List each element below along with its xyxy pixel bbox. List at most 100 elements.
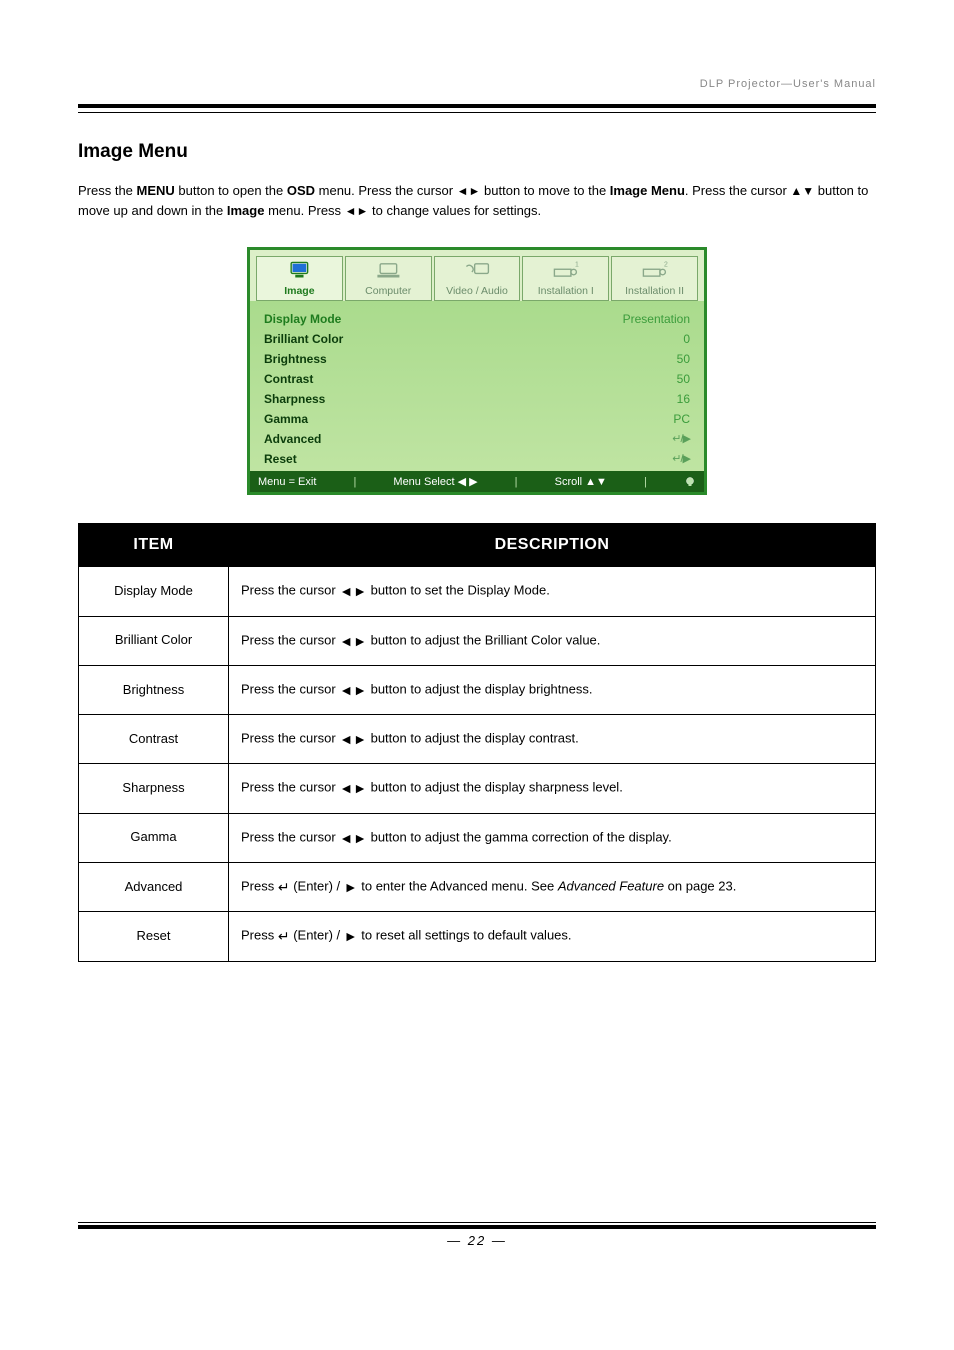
page-number: — 22 — [78, 1233, 876, 1248]
separator-icon: | [515, 476, 518, 488]
intro-bold-image: Image [227, 203, 265, 218]
cell-item: Gamma [79, 813, 229, 862]
osd-row-reset[interactable]: Reset ↵/▶ [264, 449, 690, 469]
table-row: ContrastPress the cursor ◄► button to ad… [79, 715, 876, 764]
th-item: ITEM [79, 524, 229, 567]
arrow-glyph-icon: ↵ [278, 877, 290, 897]
osd-label: Reset [264, 452, 297, 466]
tab-label: Video / Audio [446, 285, 508, 297]
tab-video-audio[interactable]: Video / Audio [434, 256, 521, 301]
cell-description: Press the cursor ◄► button to set the Di… [229, 567, 876, 616]
intro-paragraph: Press the MENU button to open the OSD me… [78, 181, 876, 221]
osd-value: 16 [677, 392, 690, 406]
tab-installation-1[interactable]: 1 Installation I [522, 256, 609, 301]
intro-text: menu. Press the cursor [315, 183, 457, 198]
rule-thin [78, 1222, 876, 1223]
osd-row-contrast[interactable]: Contrast50 [264, 369, 690, 389]
cell-item: Contrast [79, 715, 229, 764]
enter-arrow-icon: ↵/▶ [672, 452, 690, 466]
osd-row-sharpness[interactable]: Sharpness 16 [264, 389, 690, 409]
section-title: Image Menu [78, 141, 876, 163]
tab-image[interactable]: Image [256, 256, 343, 301]
intro-bold-osd: OSD [287, 183, 315, 198]
cell-item: Display Mode [79, 567, 229, 616]
osd-row-gamma[interactable]: Gamma PC [264, 409, 690, 429]
page-content: DLP Projector—User's Manual Image Menu P… [0, 0, 954, 1288]
arrow-glyph-icon: ◄► [339, 680, 367, 700]
osd-label: Gamma [264, 412, 308, 426]
cell-description: Press ↵ (Enter) / ► to enter the Advance… [229, 863, 876, 912]
osd-label: Brightness [264, 352, 327, 366]
table-row: Brilliant ColorPress the cursor ◄► butto… [79, 616, 876, 665]
cell-description: Press the cursor ◄► button to adjust the… [229, 616, 876, 665]
osd-row-advanced[interactable]: Advanced↵/▶ [264, 429, 690, 449]
tab-label: Computer [365, 285, 411, 297]
description-table: ITEM DESCRIPTION Display ModePress the c… [78, 523, 876, 961]
arrow-left-right-icon: ◄► [457, 184, 481, 198]
osd-footer: Menu = Exit | Menu Select ◀ ▶ | Scroll ▲… [250, 471, 704, 492]
arrow-glyph-icon: ◄► [339, 729, 367, 749]
page-footer: — 22 — [78, 1222, 876, 1248]
osd-screenshot: Image Computer Video / Audio 1 [78, 247, 876, 495]
cell-description: Press ↵ (Enter) / ► to reset all setting… [229, 912, 876, 961]
cell-description: Press the cursor ◄► button to adjust the… [229, 813, 876, 862]
intro-text: button to move to the [480, 183, 609, 198]
cell-description: Press the cursor ◄► button to adjust the… [229, 715, 876, 764]
osd-tabs: Image Computer Video / Audio 1 [250, 250, 704, 301]
cell-item: Brightness [79, 665, 229, 714]
arrow-glyph-icon: ↵ [278, 926, 290, 946]
arrow-glyph-icon: ◄► [339, 581, 367, 601]
arrow-glyph-icon: ◄► [339, 778, 367, 798]
bulb-icon [684, 476, 696, 488]
arrow-glyph-icon: ► [344, 877, 358, 897]
arrow-glyph-icon: ◄► [339, 631, 367, 651]
separator-icon: | [644, 476, 647, 488]
cell-description: Press the cursor ◄► button to adjust the… [229, 665, 876, 714]
osd-value: 0 [683, 332, 690, 346]
tab-label: Installation I [538, 285, 594, 297]
osd-row-brilliant-color[interactable]: Brilliant Color0 [264, 329, 690, 349]
osd-row-display-mode[interactable]: Display ModePresentation [264, 309, 690, 329]
osd-footer-exit: Menu = Exit [258, 476, 316, 488]
intro-bold-imagemenu: Image Menu [610, 183, 685, 198]
osd-label: Advanced [264, 432, 321, 446]
cell-description: Press the cursor ◄► button to adjust the… [229, 764, 876, 813]
rule-thin [78, 112, 876, 113]
osd-panel: Image Computer Video / Audio 1 [247, 247, 707, 495]
osd-value: 50 [677, 352, 690, 366]
tab-computer[interactable]: Computer [345, 256, 432, 301]
osd-label: Sharpness [264, 392, 325, 406]
rule-heavy [78, 1225, 876, 1229]
rule-heavy [78, 104, 876, 108]
table-row: GammaPress the cursor ◄► button to adjus… [79, 813, 876, 862]
table-row: SharpnessPress the cursor ◄► button to a… [79, 764, 876, 813]
intro-bold-menu: MENU [137, 183, 175, 198]
intro-text: menu. Press [264, 203, 344, 218]
tab-label: Installation II [625, 285, 684, 297]
tab-installation-2[interactable]: 2 Installation II [611, 256, 698, 301]
osd-row-brightness[interactable]: Brightness 50 [264, 349, 690, 369]
cell-item: Reset [79, 912, 229, 961]
arrow-up-down-icon: ▲▼ [790, 184, 814, 198]
osd-body: Display ModePresentation Brilliant Color… [250, 301, 704, 471]
intro-text: Press the [78, 183, 137, 198]
th-description: DESCRIPTION [229, 524, 876, 567]
osd-value: 50 [677, 372, 690, 386]
intro-text: button to open the [175, 183, 287, 198]
cell-item: Advanced [79, 863, 229, 912]
projector2-icon: 2 [614, 261, 695, 283]
cell-item: Sharpness [79, 764, 229, 813]
osd-value: PC [673, 412, 690, 426]
arrow-left-right-icon: ◄► [345, 204, 369, 218]
svg-text:1: 1 [575, 262, 579, 269]
projector1-icon: 1 [525, 261, 606, 283]
video-audio-icon [437, 261, 518, 283]
arrow-glyph-icon: ◄► [339, 828, 367, 848]
osd-footer-select: Menu Select ◀ ▶ [393, 475, 477, 488]
monitor-icon [259, 261, 340, 283]
cell-item: Brilliant Color [79, 616, 229, 665]
separator-icon: | [353, 476, 356, 488]
table-row: Display ModePress the cursor ◄► button t… [79, 567, 876, 616]
table-row: ResetPress ↵ (Enter) / ► to reset all se… [79, 912, 876, 961]
intro-text: to change values for settings. [368, 203, 541, 218]
